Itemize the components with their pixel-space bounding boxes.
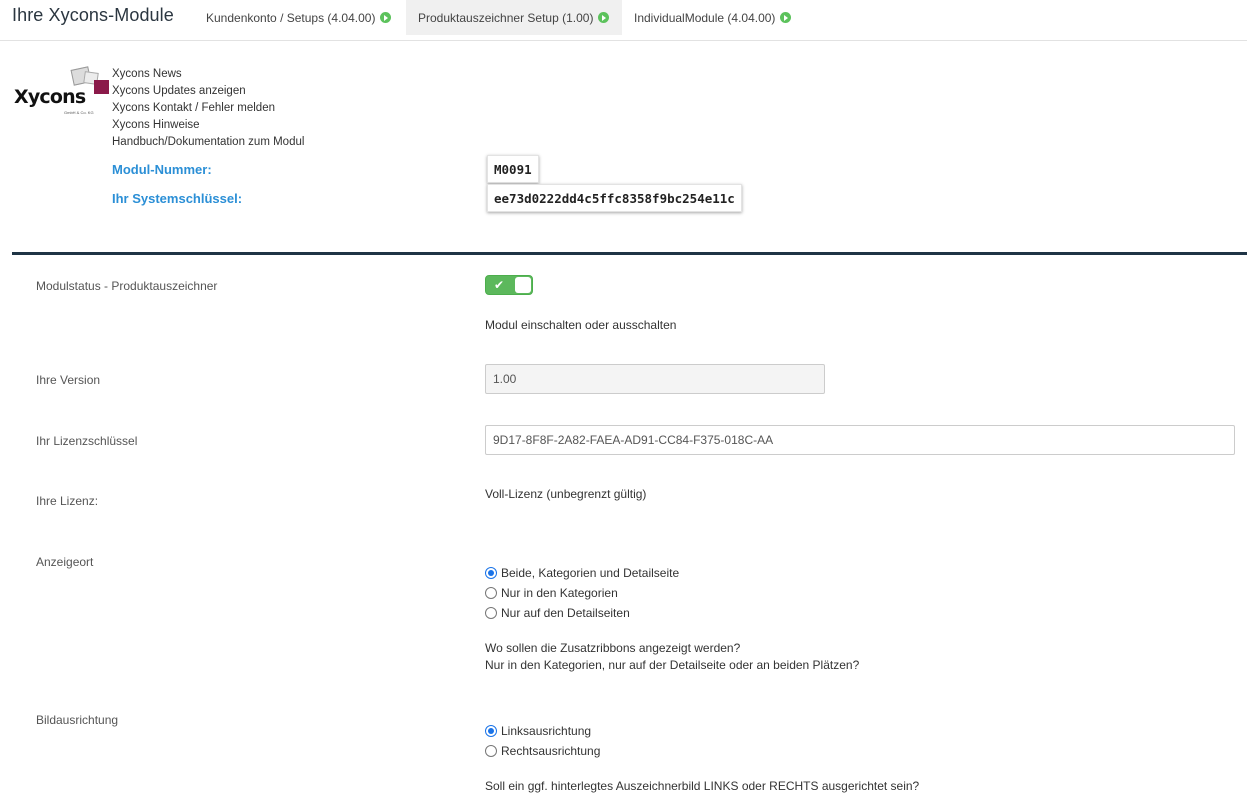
display-label: Anzeigeort [36,555,94,569]
link-hints[interactable]: Xycons Hinweise [112,117,304,134]
system-key-value: ee73d0222dd4c5ffc8358f9bc254e11c [487,184,742,212]
license-label: Ihre Lizenz: [36,494,99,508]
license-value: Voll-Lizenz (unbegrenzt gültig) [485,487,647,501]
radio-button[interactable] [485,725,497,737]
radio-label: Nur auf den Detailseiten [501,606,630,620]
top-header: Ihre Xycons-Module Kundenkonto / Setups … [0,0,1247,41]
status-help: Modul einschalten oder ausschalten [485,318,677,332]
puzzle-piece-icon [94,80,109,94]
display-option-details[interactable]: Nur auf den Detailseiten [485,606,630,620]
logo-subtitle: GmbH & Co. KG [64,110,94,115]
tab-label: Kundenkonto / Setups (4.04.00) [206,10,376,25]
display-help-2: Nur in den Kategorien, nur auf der Detai… [485,658,860,672]
check-icon: ✔ [494,278,505,292]
app-title: Ihre Xycons-Module [12,5,174,25]
tab-individualmodule[interactable]: IndividualModule (4.04.00) [622,0,803,35]
toggle-knob [515,277,531,293]
radio-label: Nur in den Kategorien [501,586,618,600]
module-status-toggle[interactable]: ✔ [485,275,533,295]
link-contact[interactable]: Xycons Kontakt / Fehler melden [112,100,304,117]
play-icon [598,12,610,23]
radio-button[interactable] [485,745,497,757]
display-option-categories[interactable]: Nur in den Kategorien [485,586,618,600]
tab-label: Produktauszeichner Setup (1.00) [418,10,594,25]
display-help-1: Wo sollen die Zusatzribbons angezeigt we… [485,641,741,655]
radio-label: Beide, Kategorien und Detailseite [501,566,680,580]
radio-label: Linksausrichtung [501,724,592,738]
version-field: 1.00 [485,364,825,394]
module-number-label: Modul-Nummer: [112,162,212,177]
tab-kundenkonto[interactable]: Kundenkonto / Setups (4.04.00) [194,0,403,35]
module-number-value: M0091 [487,155,539,183]
display-option-both[interactable]: Beide, Kategorien und Detailseite [485,566,679,580]
xycons-links: Xycons News Xycons Updates anzeigen Xyco… [112,66,304,151]
tab-label: IndividualModule (4.04.00) [634,10,776,25]
link-news[interactable]: Xycons News [112,66,304,83]
tab-produktauszeichner[interactable]: Produktauszeichner Setup (1.00) [406,0,622,35]
alignment-help: Soll ein ggf. hinterlegtes Auszeichnerbi… [485,779,920,793]
link-manual[interactable]: Handbuch/Dokumentation zum Modul [112,134,304,151]
play-icon [380,12,392,23]
alignment-label: Bildausrichtung [36,713,119,727]
logo-word: Xycons [14,86,86,108]
section-divider [12,252,1247,255]
xycons-logo: Xycons GmbH & Co. KG [14,66,112,116]
align-option-left[interactable]: Linksausrichtung [485,724,591,738]
system-key-label: Ihr Systemschlüssel: [112,191,243,206]
link-updates[interactable]: Xycons Updates anzeigen [112,83,304,100]
radio-label: Rechtsausrichtung [501,744,601,758]
license-key-label: Ihr Lizenzschlüssel [36,434,138,448]
align-option-right[interactable]: Rechtsausrichtung [485,744,600,758]
radio-button[interactable] [485,567,497,579]
version-label: Ihre Version [36,373,101,387]
play-icon [780,12,792,23]
radio-button[interactable] [485,607,497,619]
radio-button[interactable] [485,587,497,599]
status-label: Modulstatus - Produktauszeichner [36,279,218,293]
license-key-field[interactable]: 9D17-8F8F-2A82-FAEA-AD91-CC84-F375-018C-… [485,425,1235,455]
